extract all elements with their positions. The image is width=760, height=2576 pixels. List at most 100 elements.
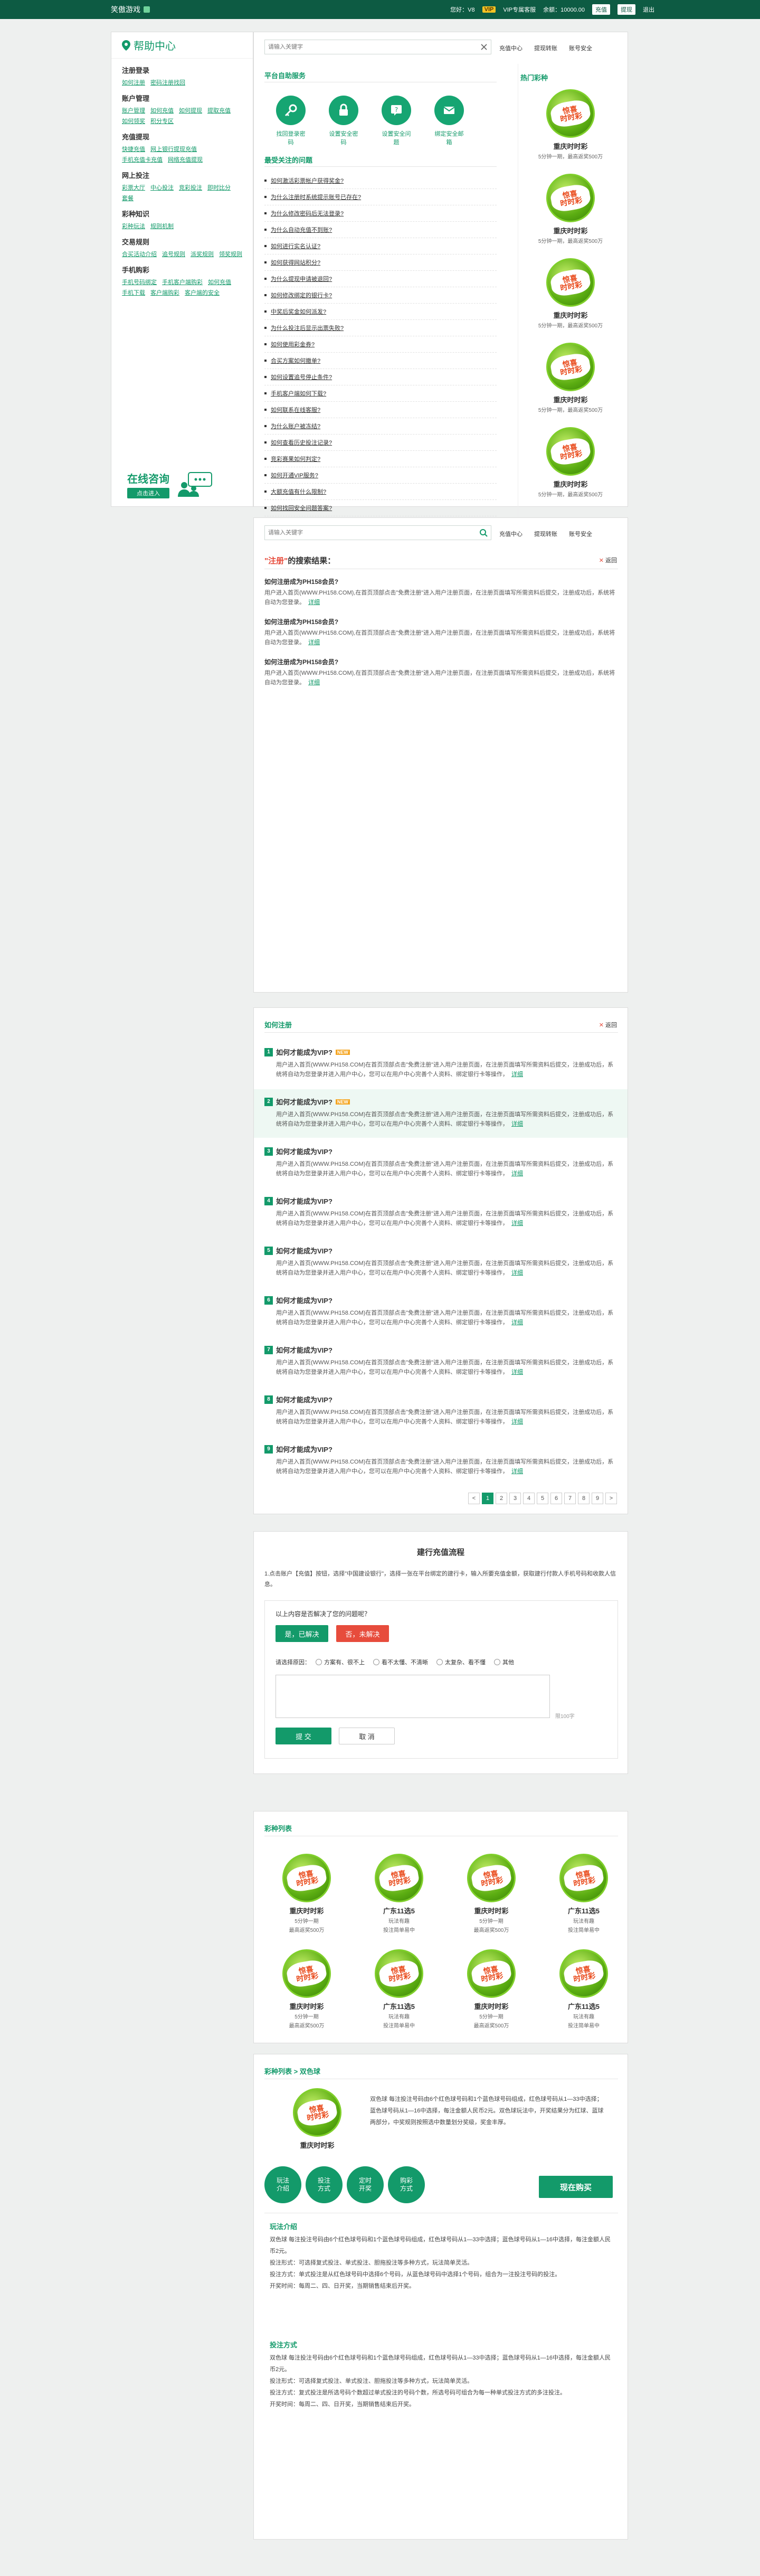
faq-question-link[interactable]: 为什么投注后显示出票失败? bbox=[264, 320, 497, 336]
lottery-grid-item[interactable]: 惊喜 时时彩 广东11选5 玩法有趣 投注简单易中 bbox=[542, 1854, 626, 1933]
lottery-grid-item[interactable]: 惊喜 时时彩 广东11选5 玩法有趣 投注简单易中 bbox=[357, 1949, 441, 2029]
prev-page-button[interactable]: < bbox=[468, 1493, 480, 1504]
page-button[interactable]: 3 bbox=[509, 1493, 521, 1504]
hot-lottery-item[interactable]: 惊喜 时时彩 重庆时时彩 5分钟一期，最高返奖500万 bbox=[523, 258, 618, 329]
result-title[interactable]: 如何注册成为PH158会员? bbox=[264, 657, 618, 666]
faq-question-link[interactable]: 为什么修改密码后无法登录? bbox=[264, 205, 497, 222]
bind-email-item[interactable]: 绑定安全邮箱 bbox=[433, 96, 465, 146]
sidebar-link[interactable]: 客户端购彩 bbox=[150, 288, 179, 297]
faq-question-link[interactable]: 为什么注册时系统提示账号已存在? bbox=[264, 189, 497, 205]
faq-question-link[interactable]: 为什么提现申请被退回? bbox=[264, 271, 497, 287]
circle-bet-method[interactable]: 投注 方式 bbox=[306, 2166, 343, 2203]
faq-question-link[interactable]: 竞彩赛果如何判定? bbox=[264, 451, 497, 467]
page-button[interactable]: 4 bbox=[523, 1493, 535, 1504]
set-safe-password-item[interactable]: 设置安全密码 bbox=[328, 96, 359, 146]
lottery-grid-item[interactable]: 惊喜 时时彩 重庆时时彩 5分钟一期 最高返奖500万 bbox=[264, 1949, 349, 2029]
link-withdraw[interactable]: 提现转账 bbox=[534, 44, 557, 52]
sidebar-link[interactable]: 竞彩投注 bbox=[179, 183, 202, 192]
faq-question-link[interactable]: 如何找回安全问题答案? bbox=[264, 500, 497, 516]
faq-question-link[interactable]: 如何修改绑定的银行卡? bbox=[264, 287, 497, 304]
faq-question-link[interactable]: 中奖后奖金如何派发? bbox=[264, 304, 497, 320]
sidebar-link[interactable]: 如何注册 bbox=[122, 78, 145, 87]
buy-now-button[interactable]: 现在购买 bbox=[539, 2176, 613, 2198]
lottery-grid-item[interactable]: 惊喜 时时彩 广东11选5 玩法有趣 投注简单易中 bbox=[542, 1949, 626, 2029]
faq-question-link[interactable]: 如何设置追号停止条件? bbox=[264, 369, 497, 385]
sidebar-link[interactable]: 手机充值卡充值 bbox=[122, 155, 163, 164]
faq-question-link[interactable]: 合买方案如何撤单? bbox=[264, 353, 497, 369]
register-item-title[interactable]: 2 如何才能成为VIP? NEW bbox=[264, 1097, 617, 1107]
register-more-link[interactable]: 详细 bbox=[511, 1419, 523, 1425]
reason-radio[interactable]: 看不太懂、不清晰 bbox=[373, 1658, 428, 1666]
feedback-textarea[interactable] bbox=[276, 1675, 550, 1718]
page-button[interactable]: 6 bbox=[550, 1493, 562, 1504]
submit-button[interactable]: 提 交 bbox=[276, 1728, 331, 1744]
back-link[interactable]: ✕ 返回 bbox=[599, 556, 617, 564]
result-more-link[interactable]: 详细 bbox=[308, 680, 320, 686]
unresolved-button[interactable]: 否，未解决 bbox=[336, 1625, 389, 1642]
search-input[interactable] bbox=[268, 530, 479, 536]
register-more-link[interactable]: 详细 bbox=[511, 1071, 523, 1078]
link-account-security[interactable]: 账号安全 bbox=[569, 530, 592, 538]
register-more-link[interactable]: 详细 bbox=[511, 1220, 523, 1226]
hot-lottery-item[interactable]: 惊喜 时时彩 重庆时时彩 5分钟一期，最高返奖500万 bbox=[523, 174, 618, 244]
sidebar-link[interactable]: 彩种玩法 bbox=[122, 222, 145, 230]
page-button[interactable]: 7 bbox=[564, 1493, 576, 1504]
register-more-link[interactable]: 详细 bbox=[511, 1369, 523, 1375]
sidebar-link[interactable]: 领奖规则 bbox=[219, 250, 242, 258]
sidebar-link[interactable]: 客户端的安全 bbox=[185, 288, 220, 297]
page-button[interactable]: 9 bbox=[592, 1493, 603, 1504]
link-account-security[interactable]: 账号安全 bbox=[569, 44, 592, 52]
sidebar-link[interactable]: 派奖规则 bbox=[191, 250, 214, 258]
register-item-title[interactable]: 7 如何才能成为VIP? bbox=[264, 1345, 617, 1355]
register-more-link[interactable]: 详细 bbox=[511, 1319, 523, 1326]
lottery-grid-item[interactable]: 惊喜 时时彩 重庆时时彩 5分钟一期 最高返奖500万 bbox=[264, 1854, 349, 1933]
brand-logo[interactable]: 笑傲游戏 bbox=[111, 4, 150, 15]
search-icon[interactable] bbox=[479, 529, 488, 537]
reason-radio[interactable]: 太复杂、看不懂 bbox=[436, 1658, 486, 1666]
sidebar-link[interactable]: 手机客户端购彩 bbox=[162, 278, 203, 286]
next-page-button[interactable]: > bbox=[605, 1493, 617, 1504]
sidebar-link[interactable]: 如何充值 bbox=[150, 106, 174, 115]
lottery-grid-item[interactable]: 惊喜 时时彩 重庆时时彩 5分钟一期 最高返奖500万 bbox=[449, 1949, 534, 2029]
vip-service[interactable]: VIP专属客服 bbox=[503, 5, 536, 14]
result-more-link[interactable]: 详细 bbox=[308, 599, 320, 606]
reason-radio[interactable]: 方案有、很不上 bbox=[316, 1658, 365, 1666]
link-recharge-center[interactable]: 充值中心 bbox=[499, 44, 522, 52]
result-title[interactable]: 如何注册成为PH158会员? bbox=[264, 577, 618, 586]
page-button[interactable]: 8 bbox=[578, 1493, 590, 1504]
circle-draw-time[interactable]: 定时 开奖 bbox=[347, 2166, 384, 2203]
sidebar-link[interactable]: 网络充值提现 bbox=[168, 155, 203, 164]
sidebar-link[interactable]: 手机下载 bbox=[122, 288, 145, 297]
faq-question-link[interactable]: 手机客户端如何下载? bbox=[264, 385, 497, 402]
faq-question-link[interactable]: 为什么自动充值不到账? bbox=[264, 222, 497, 238]
sidebar-link[interactable]: 追号规则 bbox=[162, 250, 185, 258]
logout-button[interactable]: 退出 bbox=[643, 5, 654, 14]
register-more-link[interactable]: 详细 bbox=[511, 1468, 523, 1475]
sidebar-link[interactable]: 网上银行提现充值 bbox=[150, 145, 197, 153]
back-link[interactable]: ✕ 返回 bbox=[599, 1021, 617, 1029]
faq-question-link[interactable]: 如何进行实名认证? bbox=[264, 238, 497, 254]
withdraw-button[interactable]: 提现 bbox=[618, 4, 635, 15]
sidebar-link[interactable]: 合买活动介绍 bbox=[122, 250, 157, 258]
set-safe-question-item[interactable]: ? 设置安全问题 bbox=[381, 96, 412, 146]
sidebar-link[interactable]: 手机号码绑定 bbox=[122, 278, 157, 286]
faq-question-link[interactable]: 如何获得网站积分? bbox=[264, 254, 497, 271]
search-input[interactable] bbox=[268, 44, 480, 50]
find-password-item[interactable]: 找回登录密码 bbox=[275, 96, 307, 146]
faq-question-link[interactable]: 如何联系在线客服? bbox=[264, 402, 497, 418]
link-withdraw[interactable]: 提现转账 bbox=[534, 530, 557, 538]
sidebar-link[interactable]: 彩票大厅 bbox=[122, 183, 145, 192]
register-item-title[interactable]: 5 如何才能成为VIP? bbox=[264, 1245, 617, 1256]
faq-question-link[interactable]: 如何开通VIP服务? bbox=[264, 467, 497, 484]
breadcrumb-list[interactable]: 彩种列表 bbox=[264, 2068, 292, 2075]
faq-question-link[interactable]: 如何使用彩金券? bbox=[264, 336, 497, 353]
sidebar-link[interactable]: 密码注册找回 bbox=[150, 78, 185, 87]
register-more-link[interactable]: 详细 bbox=[511, 1270, 523, 1276]
faq-question-link[interactable]: 如何激活彩票帐户获得奖金? bbox=[264, 173, 497, 189]
search-box[interactable] bbox=[264, 40, 491, 54]
faq-question-link[interactable]: 如何查看历史投注记录? bbox=[264, 435, 497, 451]
register-item-title[interactable]: 3 如何才能成为VIP? bbox=[264, 1146, 617, 1156]
faq-question-link[interactable]: 为什么账户被冻结? bbox=[264, 418, 497, 435]
link-recharge-center[interactable]: 充值中心 bbox=[499, 530, 522, 538]
result-title[interactable]: 如何注册成为PH158会员? bbox=[264, 617, 618, 626]
